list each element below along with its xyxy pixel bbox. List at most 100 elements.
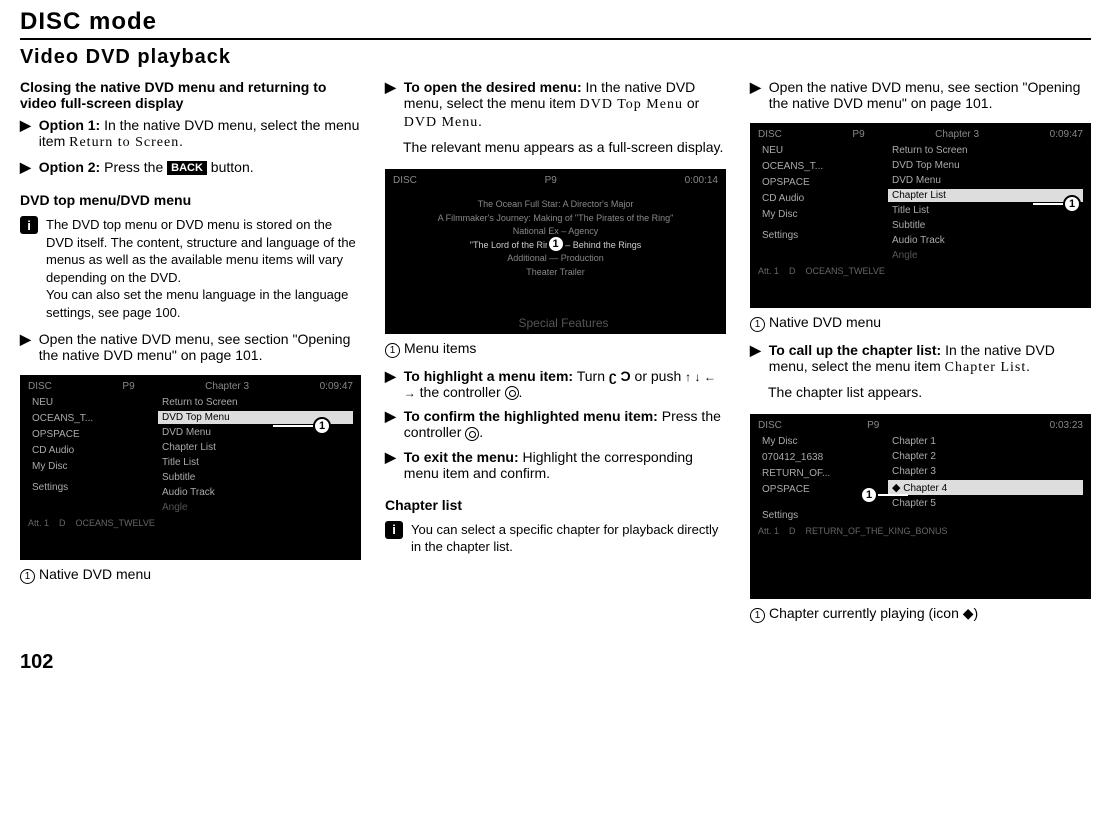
shot-right-item: DVD Top Menu (888, 159, 1083, 172)
shot-header-time: 0:09:47 (320, 381, 353, 392)
info-box-chapter: i You can select a specific chapter for … (385, 521, 726, 556)
shot-header-time: 0:03:23 (1050, 420, 1083, 431)
shot-footer: D (789, 266, 796, 276)
shot-left-item: OCEANS_T... (28, 412, 158, 425)
screenshot-native-dvd-menu-2: DISC P9 Chapter 3 0:09:47 NEU OCEANS_T..… (750, 123, 1091, 308)
shot-left-item: OPSPACE (758, 176, 888, 189)
shot-left-item: CD Audio (758, 192, 888, 205)
shot-left-item (28, 476, 158, 478)
shot-right-item: Chapter List (158, 441, 353, 454)
info-icon: i (20, 216, 38, 234)
turn-controller-icon: ʗ Ɔ (609, 368, 631, 384)
caption-number-icon: 1 (750, 317, 765, 332)
shot-header-disc: DISC (758, 129, 782, 140)
step-marker-icon: ▶ (385, 368, 396, 400)
menu-line: Theater Trailer (393, 266, 718, 280)
shot-footer: Att. 1 (758, 526, 779, 536)
special-features-label: Special Features (393, 316, 734, 330)
step-marker-icon: ▶ (20, 159, 31, 176)
shot-footer: D (789, 526, 796, 536)
step-marker-icon: ▶ (385, 408, 396, 440)
shot-footer: Att. 1 (28, 518, 49, 528)
caption-number-icon: 1 (385, 343, 400, 358)
info-text-1b: You can also set the menu language in th… (46, 287, 348, 320)
dvd-top-menu-item: DVD Top Menu (580, 97, 683, 112)
diamond-icon: ◆ (892, 482, 900, 494)
column-2: ▶ To open the desired menu: In the nativ… (385, 79, 726, 633)
highlight-menu-step: ▶ To highlight a menu item: Turn ʗ Ɔ or … (385, 368, 726, 400)
shot-right-item: DVD Menu (888, 174, 1083, 187)
caption-number-icon: 1 (750, 608, 765, 623)
back-button-icon: BACK (167, 161, 207, 175)
screenshot-menu-items: DISC P9 0:00:14 The Ocean Full Star: A D… (385, 169, 726, 334)
controller-circle-icon (505, 386, 519, 400)
highlight-text1: Turn (573, 368, 609, 384)
page-title: DISC mode (20, 8, 1091, 40)
confirm-bold: To confirm the highlighted menu item: (404, 408, 658, 424)
caption-number-icon: 1 (20, 569, 35, 584)
shot-right-item: Subtitle (158, 471, 353, 484)
shot-right-item: Audio Track (158, 486, 353, 499)
shot-left-item: CD Audio (28, 444, 158, 457)
info-box-1: i The DVD top menu or DVD menu is stored… (20, 216, 361, 321)
confirm-menu-step: ▶ To confirm the highlighted menu item: … (385, 408, 726, 440)
caption-native-dvd-2: 1Native DVD menu (750, 314, 1091, 332)
chapter-list-heading: Chapter list (385, 497, 726, 513)
callout-1-icon: 1 (860, 486, 878, 504)
option-1-label: Option 1: (39, 117, 100, 133)
info-chapter-text: You can select a specific chapter for pl… (411, 521, 726, 556)
step-marker-icon: ▶ (385, 449, 396, 481)
caption-menu-items: 1Menu items (385, 340, 726, 358)
exit-bold: To exit the menu: (404, 449, 519, 465)
or-text: or (683, 95, 699, 111)
shot-left-item: OCEANS_T... (758, 160, 888, 173)
open-native-step: ▶ Open the native DVD menu, see section … (20, 331, 361, 363)
shot-header-chapter: Chapter 3 (935, 129, 979, 140)
dvd-top-menu-heading: DVD top menu/DVD menu (20, 192, 361, 208)
shot-right-item: Chapter 3 (888, 465, 1083, 478)
call-chapter-list-step: ▶ To call up the chapter list: In the na… (750, 342, 1091, 376)
shot-right-item: Chapter 5 (888, 497, 1083, 510)
shot-footer: OCEANS_TWELVE (76, 518, 155, 528)
shot-right-item: Chapter 1 (888, 435, 1083, 448)
column-1: Closing the native DVD menu and returnin… (20, 79, 361, 633)
shot-left-item: Settings (758, 229, 888, 242)
exit-menu-step: ▶ To exit the menu: Highlight the corres… (385, 449, 726, 481)
option-2-label: Option 2: (39, 159, 100, 175)
shot-right-item: Subtitle (888, 219, 1083, 232)
option-2-step: ▶ Option 2: Press the BACK button. (20, 159, 361, 176)
shot-left-item: NEU (28, 396, 158, 409)
shot-left-item: My Disc (758, 435, 888, 448)
shot-footer: RETURN_OF_THE_KING_BONUS (806, 526, 948, 536)
shot-footer: D (59, 518, 66, 528)
shot-left-item: RETURN_OF... (758, 467, 888, 480)
shot-right-item: Title List (158, 456, 353, 469)
shot-left-item: My Disc (28, 460, 158, 473)
menu-line: A Filmmaker's Journey: Making of "The Pi… (393, 212, 718, 226)
chapter-4-label: Chapter 4 (903, 483, 947, 494)
shot-header-disc: DISC (28, 381, 52, 392)
shot-right-item: Audio Track (888, 234, 1083, 247)
controller-circle-icon (465, 427, 479, 441)
column-3: ▶ Open the native DVD menu, see section … (750, 79, 1091, 633)
option-1-step: ▶ Option 1: In the native DVD menu, sele… (20, 117, 361, 151)
option-2-text-end: button. (207, 159, 254, 175)
callout-line (273, 425, 313, 427)
shot-right-item: Return to Screen (158, 396, 353, 409)
highlight-text2: or push (631, 368, 685, 384)
dvd-menu-item: DVD Menu. (404, 115, 483, 130)
shot-right-item: Title List (888, 204, 1083, 217)
callout-line (878, 494, 908, 496)
step-marker-icon: ▶ (750, 79, 761, 111)
shot-header-disc: DISC (393, 175, 417, 186)
closing-heading: Closing the native DVD menu and returnin… (20, 79, 361, 111)
shot-left-item: Settings (28, 481, 158, 494)
callout-1-icon: 1 (547, 235, 565, 253)
caption-native-dvd: 1Native DVD menu (20, 566, 361, 584)
step-marker-icon: ▶ (20, 117, 31, 151)
return-to-screen-menu: Return to Screen. (69, 135, 184, 150)
shot-left-item (758, 224, 888, 226)
open-desired-menu-step: ▶ To open the desired menu: In the nativ… (385, 79, 726, 131)
step-marker-icon: ▶ (385, 79, 396, 131)
relevant-menu-text: The relevant menu appears as a full-scre… (403, 139, 726, 155)
